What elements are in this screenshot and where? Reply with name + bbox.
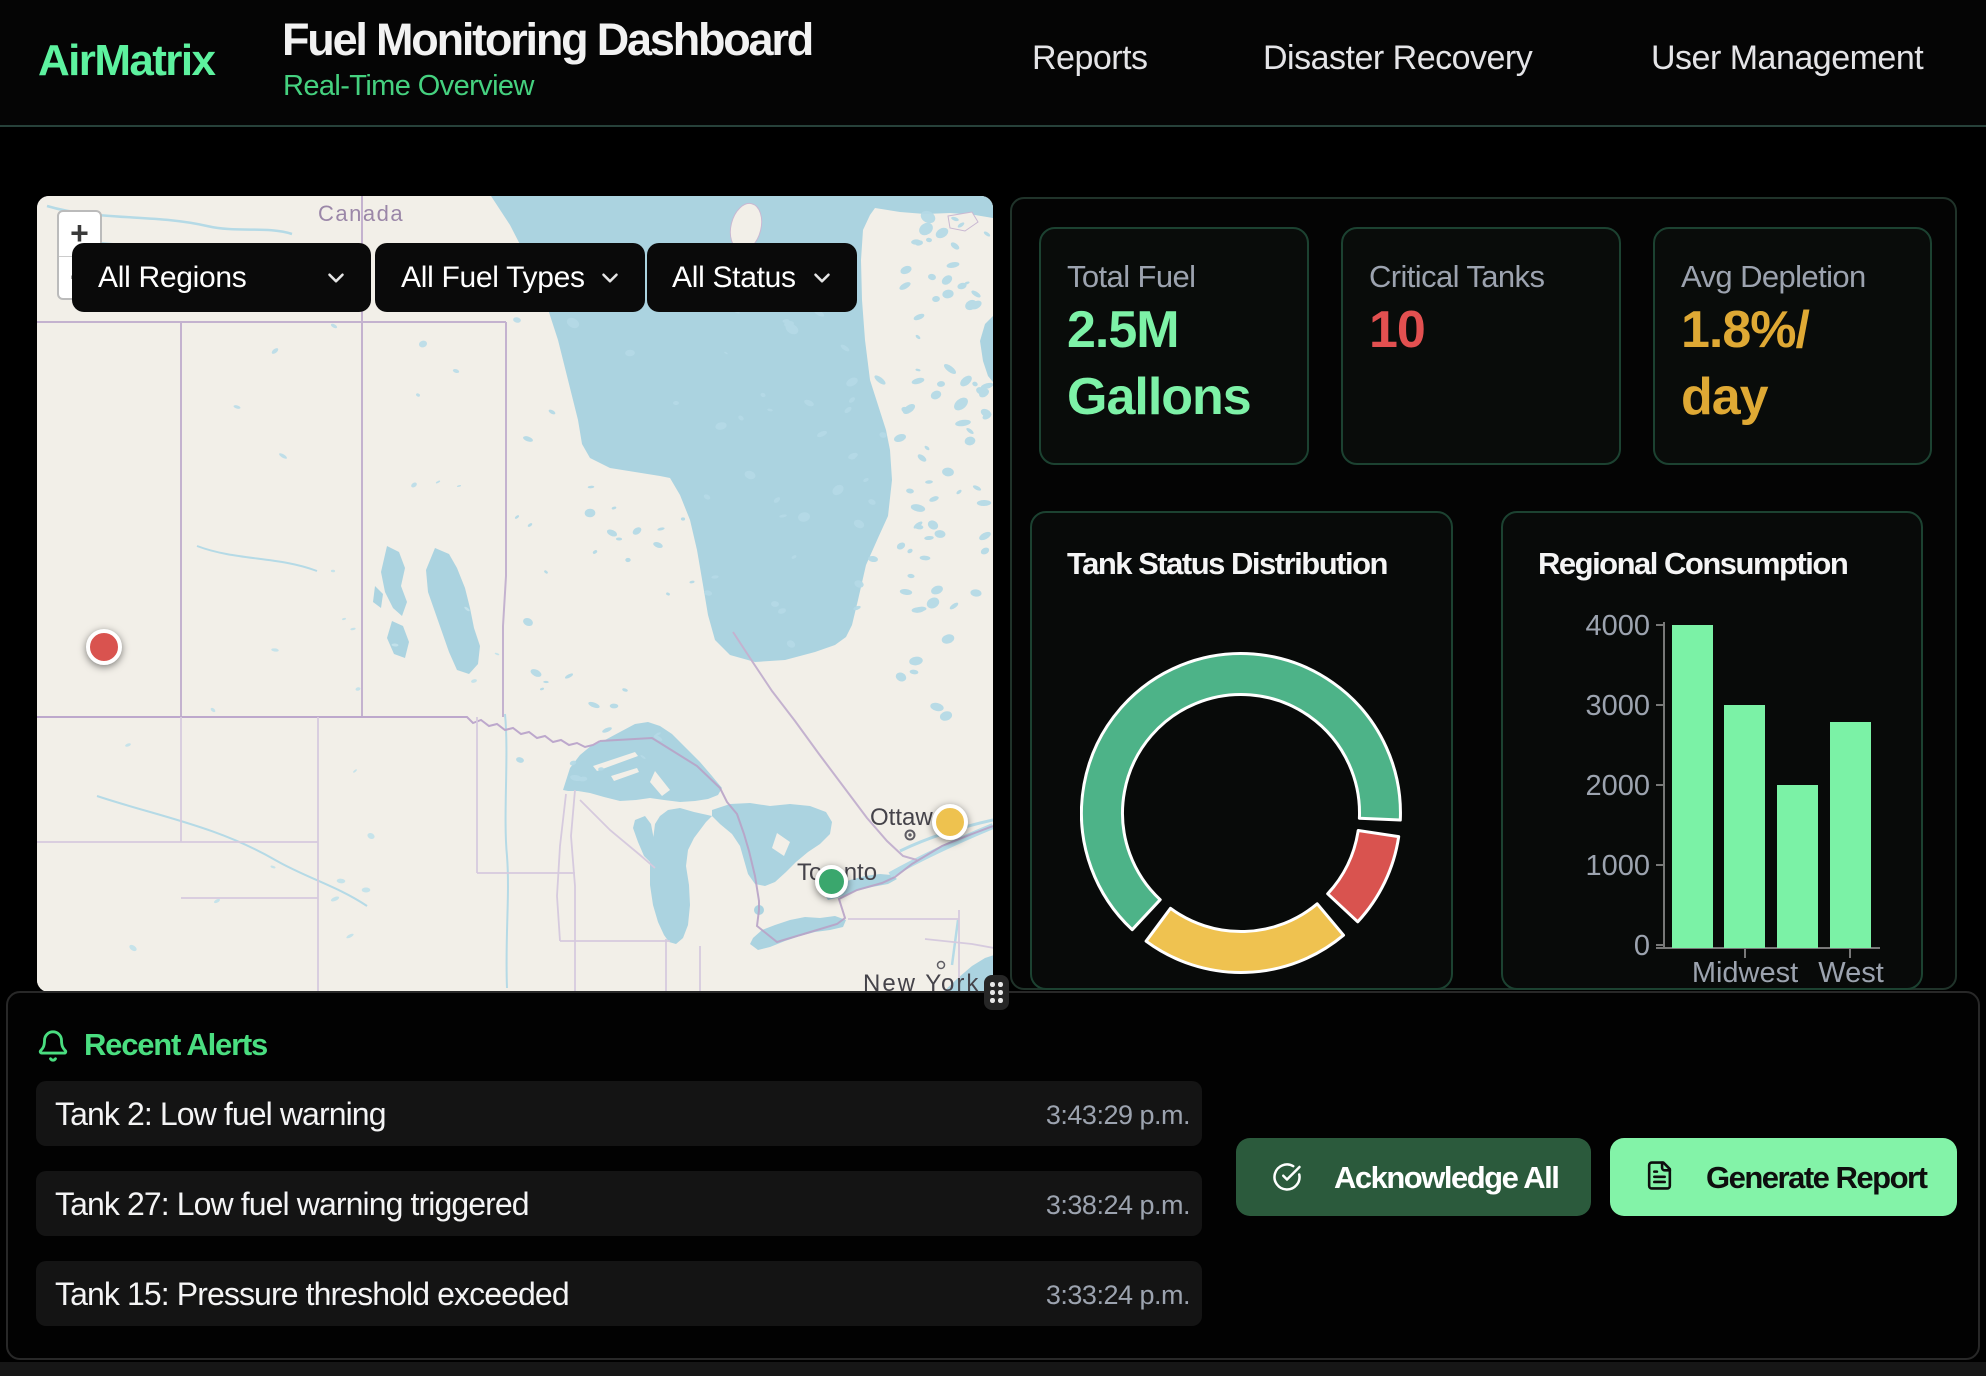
svg-text:3000: 3000 — [1585, 690, 1650, 722]
svg-text:New York: New York — [863, 970, 980, 992]
svg-text:1000: 1000 — [1585, 850, 1650, 882]
svg-text:West: West — [1818, 957, 1884, 989]
svg-text:4000: 4000 — [1585, 610, 1650, 642]
svg-text:0: 0 — [1634, 930, 1650, 962]
svg-text:2000: 2000 — [1585, 770, 1650, 802]
svg-text:Midwest: Midwest — [1692, 957, 1798, 989]
svg-text:Canada: Canada — [318, 201, 404, 226]
